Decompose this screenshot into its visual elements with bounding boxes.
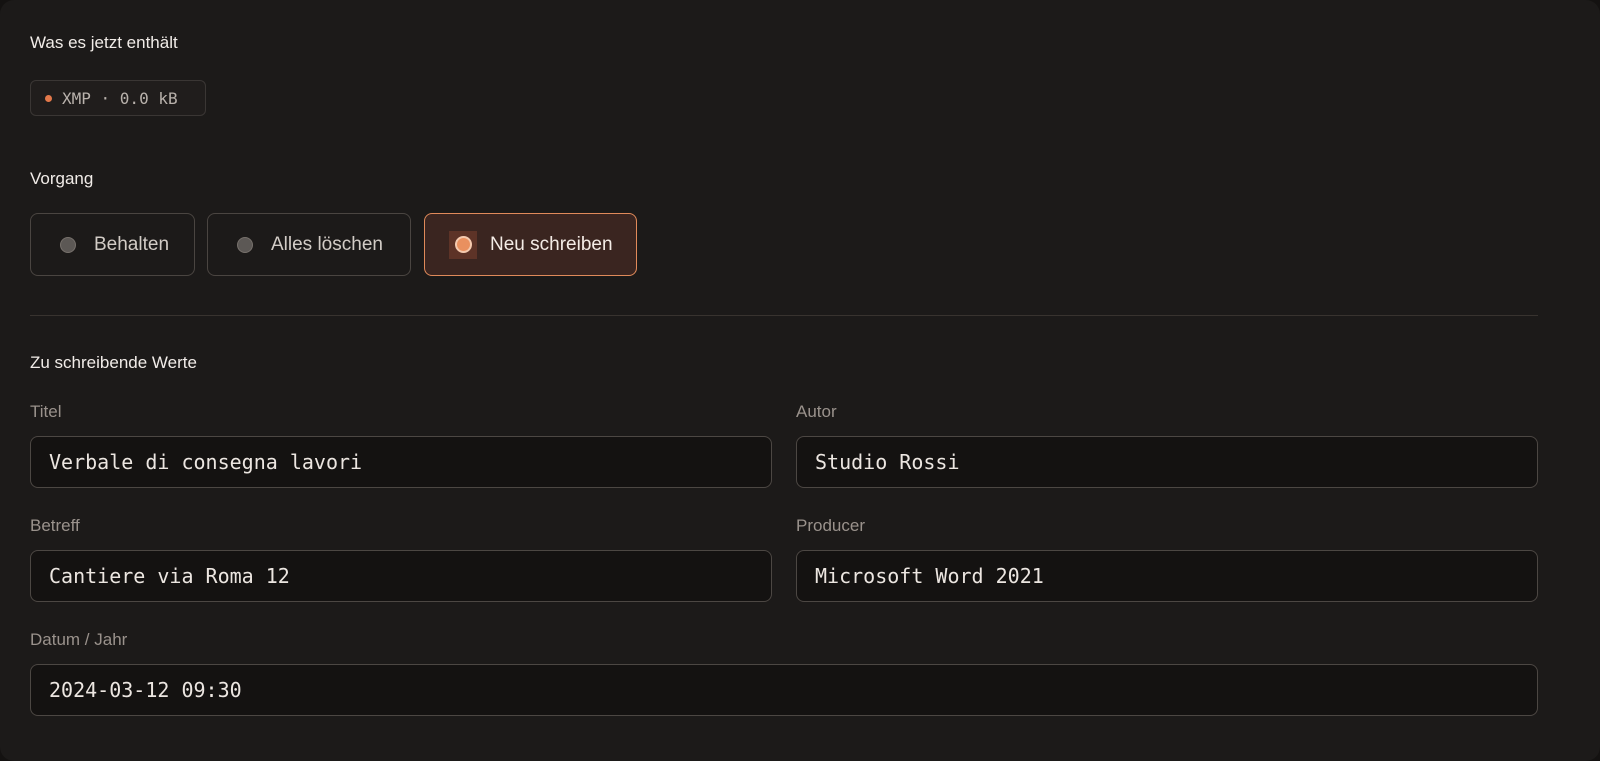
section-divider xyxy=(30,315,1538,316)
date-label: Datum / Jahr xyxy=(30,630,128,649)
option-keep[interactable]: Behalten xyxy=(30,213,195,276)
radio-icon[interactable] xyxy=(237,236,253,253)
radio-icon[interactable] xyxy=(60,236,76,253)
option-delete-all[interactable]: Alles löschen xyxy=(207,213,411,276)
status-dot-icon xyxy=(45,95,52,102)
title-value: Verbale di consegna lavori xyxy=(49,450,363,474)
producer-label: Producer xyxy=(796,516,865,535)
metadata-panel: Was es jetzt enthält XMP · 0.0 kB Vorgan… xyxy=(0,0,1600,761)
subject-label: Betreff xyxy=(30,516,80,535)
date-value: 2024-03-12 09:30 xyxy=(49,678,242,702)
metadata-chip: XMP · 0.0 kB xyxy=(30,80,206,116)
title-field[interactable]: Verbale di consegna lavori xyxy=(30,436,772,488)
date-field[interactable]: 2024-03-12 09:30 xyxy=(30,664,1538,716)
producer-value: Microsoft Word 2021 xyxy=(815,564,1044,588)
author-field[interactable]: Studio Rossi xyxy=(796,436,1538,488)
option-delete-all-label: Alles löschen xyxy=(271,233,383,255)
author-value: Studio Rossi xyxy=(815,450,960,474)
operation-heading: Vorgang xyxy=(30,169,94,188)
option-keep-label: Behalten xyxy=(94,233,170,255)
contains-heading: Was es jetzt enthält xyxy=(30,33,178,52)
title-label: Titel xyxy=(30,402,62,421)
subject-field[interactable]: Cantiere via Roma 12 xyxy=(30,550,772,602)
producer-field[interactable]: Microsoft Word 2021 xyxy=(796,550,1538,602)
radio-selected-icon[interactable] xyxy=(454,236,472,253)
values-heading: Zu schreibende Werte xyxy=(30,353,197,372)
option-rewrite-label: Neu schreiben xyxy=(490,233,613,255)
metadata-chip-text: XMP · 0.0 kB xyxy=(62,88,178,108)
subject-value: Cantiere via Roma 12 xyxy=(49,564,290,588)
radio-selected-wrap xyxy=(449,230,477,259)
author-label: Autor xyxy=(796,402,837,421)
option-rewrite[interactable]: Neu schreiben xyxy=(424,213,637,276)
